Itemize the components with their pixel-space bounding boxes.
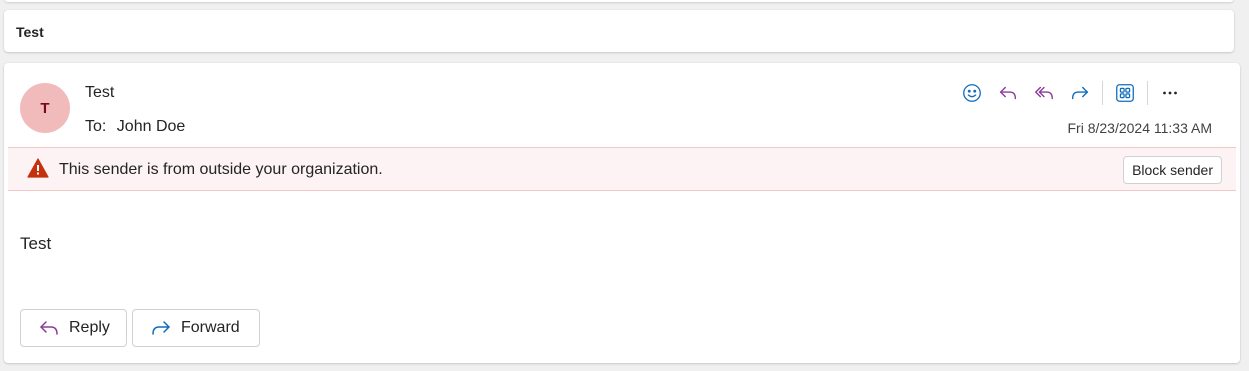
message-toolbar xyxy=(954,77,1188,109)
react-button[interactable] xyxy=(954,77,990,109)
warning-icon xyxy=(27,158,49,178)
warning-text: This sender is from outside your organiz… xyxy=(59,161,383,178)
subject-header: Test xyxy=(4,10,1234,52)
to-label: To: xyxy=(85,118,107,135)
sender-name[interactable]: Test xyxy=(85,84,114,102)
reply-button[interactable]: Reply xyxy=(20,309,127,347)
reply-icon xyxy=(40,321,58,335)
emoji-icon xyxy=(963,84,981,102)
avatar[interactable]: T xyxy=(20,83,70,133)
message-card: T Test To: John Doe Fri 8/23/2024 11:33 … xyxy=(4,63,1240,363)
forward-toolbar-button[interactable] xyxy=(1062,77,1098,109)
block-sender-button[interactable]: Block sender xyxy=(1123,156,1222,184)
reply-icon xyxy=(999,86,1017,100)
sent-datetime: Fri 8/23/2024 11:33 AM xyxy=(1067,120,1213,136)
more-actions-button[interactable] xyxy=(1152,77,1188,109)
previous-card-edge xyxy=(4,0,1234,2)
apps-button[interactable] xyxy=(1107,77,1143,109)
recipient-name[interactable]: John Doe xyxy=(117,118,186,135)
avatar-initial: T xyxy=(40,99,50,117)
reply-all-icon xyxy=(1035,86,1053,100)
reply-all-toolbar-button[interactable] xyxy=(1026,77,1062,109)
forward-label: Forward xyxy=(181,319,240,336)
forward-icon xyxy=(1071,86,1089,100)
toolbar-divider xyxy=(1102,81,1103,105)
recipients-line: To: John Doe xyxy=(85,118,185,136)
apps-icon xyxy=(1116,84,1134,102)
forward-icon xyxy=(152,321,170,335)
forward-button[interactable]: Forward xyxy=(132,309,260,347)
toolbar-divider xyxy=(1147,81,1148,105)
external-sender-warning: This sender is from outside your organiz… xyxy=(8,147,1236,191)
message-body: Test xyxy=(20,234,52,253)
mail-reading-pane: Test T Test To: John Doe Fri 8/23/2024 1… xyxy=(0,0,1249,371)
more-icon xyxy=(1163,91,1177,95)
email-subject: Test xyxy=(16,24,44,40)
reply-label: Reply xyxy=(69,319,110,336)
reply-toolbar-button[interactable] xyxy=(990,77,1026,109)
